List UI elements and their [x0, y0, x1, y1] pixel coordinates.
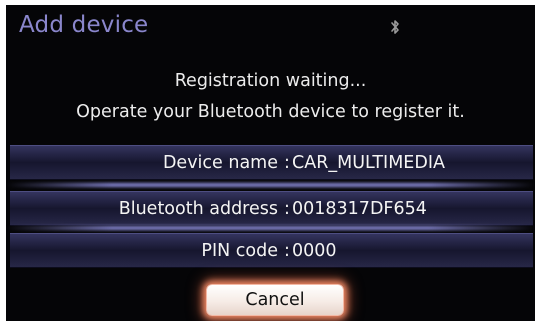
- row-divider-glow: [6, 226, 535, 230]
- bluetooth-address-row: Bluetooth address : 0018317DF654: [10, 191, 533, 226]
- pin-code-label: PIN code: [201, 241, 278, 261]
- registration-status-text: Registration waiting...: [174, 71, 367, 91]
- bluetooth-address-value: 0018317DF654: [292, 199, 427, 219]
- title-bar: Add device: [6, 5, 535, 47]
- row-divider-glow: [6, 183, 535, 187]
- pin-code-row: PIN code : 0000: [10, 233, 533, 268]
- pin-code-value: 0000: [292, 241, 337, 261]
- cancel-button[interactable]: Cancel: [206, 284, 344, 316]
- add-device-screen: Add device Registration waiting... Opera…: [6, 5, 535, 321]
- device-name-label: Device name: [162, 153, 278, 173]
- bluetooth-icon: [390, 19, 400, 35]
- bluetooth-address-separator: :: [284, 199, 290, 219]
- pin-code-separator: :: [284, 241, 290, 261]
- device-name-separator: :: [284, 153, 290, 173]
- bluetooth-address-label: Bluetooth address: [118, 199, 278, 219]
- device-name-row: Device name : CAR_MULTIMEDIA: [10, 145, 533, 180]
- page-title: Add device: [19, 12, 149, 38]
- registration-instruction-text: Operate your Bluetooth device to registe…: [76, 102, 465, 122]
- device-name-value: CAR_MULTIMEDIA: [292, 153, 445, 173]
